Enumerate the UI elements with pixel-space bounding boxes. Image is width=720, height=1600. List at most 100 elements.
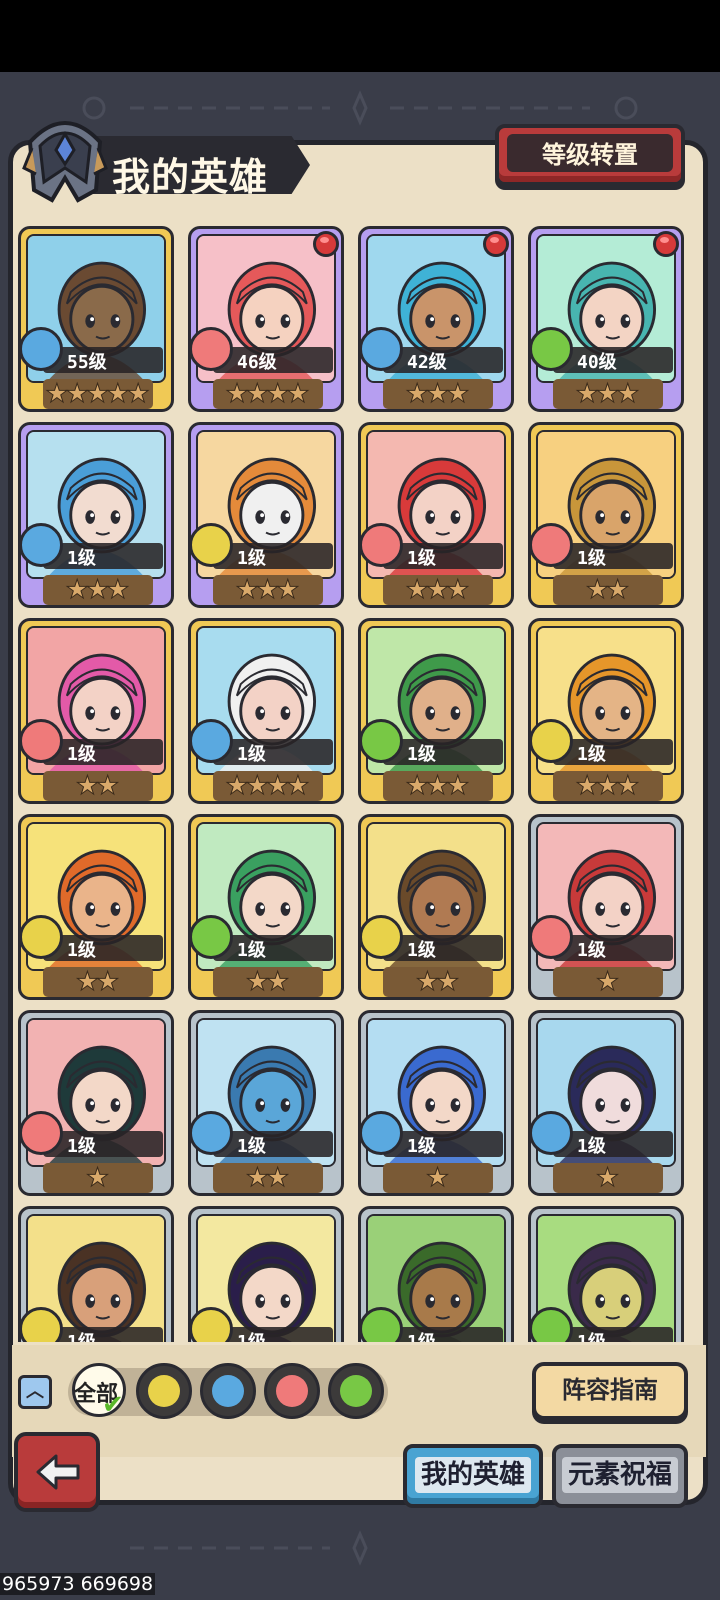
hero-grid: 55级 ★★★★★ 46级 ★★★★ 42级 ★★★ 40级 ★★★ 1级 ★★★ 1级 ★★★ 1级 ★… <box>18 226 694 1342</box>
hero-level: 46级 <box>237 352 277 373</box>
tab-element-blessing[interactable]: 元素祝福 <box>552 1444 688 1508</box>
star-rating: ★★★ <box>405 771 470 802</box>
fire-element-icon <box>191 327 233 371</box>
water-element-icon <box>361 1111 403 1155</box>
star-rating: ★★★ <box>575 379 640 410</box>
earth-element-icon <box>21 915 63 959</box>
hero-card[interactable]: 1级 ★★ <box>188 814 344 1000</box>
star-rating: ★ <box>595 1163 619 1194</box>
hero-card[interactable]: 1级 ★★ <box>18 814 174 1000</box>
wind-element-icon <box>340 1375 372 1407</box>
check-icon: ✔ <box>102 1390 124 1420</box>
star-rating: ★★ <box>75 967 120 998</box>
hero-level: 1级 <box>67 744 96 765</box>
fire-element-icon <box>276 1375 308 1407</box>
hero-level: 1级 <box>407 940 436 961</box>
wind-element-icon <box>361 719 403 763</box>
filter-earth-button[interactable] <box>136 1363 192 1419</box>
hero-level: 1级 <box>577 1328 606 1342</box>
level-transfer-button[interactable]: 等级转置 <box>495 124 685 186</box>
hero-level: 1级 <box>67 1136 96 1157</box>
hero-level: 40级 <box>577 352 617 373</box>
hero-card[interactable]: 55级 ★★★★★ <box>18 226 174 412</box>
fire-element-icon <box>531 915 573 959</box>
hero-level: 1级 <box>67 548 96 569</box>
hero-card[interactable]: 46级 ★★★★ <box>188 226 344 412</box>
hero-card[interactable]: 1级★ <box>18 1206 174 1342</box>
earth-element-icon <box>191 523 233 567</box>
hero-level: 42级 <box>407 352 447 373</box>
tab-my-heroes[interactable]: 我的英雄 <box>403 1444 543 1508</box>
hero-level: 1级 <box>577 744 606 765</box>
hero-card[interactable]: 1级 ★★ <box>358 814 514 1000</box>
star-rating: ★★★ <box>575 771 640 802</box>
earth-element-icon <box>361 915 403 959</box>
water-element-icon <box>212 1375 244 1407</box>
hero-card[interactable]: 1级 ★★ <box>18 618 174 804</box>
hero-card[interactable]: 1级 ★★★ <box>358 618 514 804</box>
title-banner: 我的英雄 <box>20 108 310 204</box>
helmet-icon <box>22 121 108 203</box>
star-rating: ★★★★★ <box>45 379 151 410</box>
star-rating: ★★★★ <box>225 771 310 802</box>
hero-card[interactable]: 1级 ★ <box>528 814 684 1000</box>
hero-level: 1级 <box>237 548 266 569</box>
hero-level: 1级 <box>67 1328 96 1342</box>
hero-card[interactable]: 1级 ★★★ <box>358 422 514 608</box>
hero-level: 1级 <box>237 744 266 765</box>
hero-level: 1级 <box>407 744 436 765</box>
star-rating: ★★★★ <box>225 379 310 410</box>
back-arrow-icon <box>36 1454 80 1490</box>
collapse-filter-button[interactable]: ︿ <box>18 1375 52 1409</box>
hero-level: 1级 <box>237 1328 266 1342</box>
star-rating: ★ <box>85 1163 109 1194</box>
tab-element-blessing-label: 元素祝福 <box>561 1457 678 1493</box>
notification-dot <box>313 231 339 257</box>
hero-card[interactable]: 1级★ <box>528 1206 684 1342</box>
hero-card[interactable]: 1级★ <box>358 1206 514 1342</box>
lineup-guide-button[interactable]: 阵容指南 <box>532 1362 688 1420</box>
star-rating: ★ <box>595 967 619 998</box>
hero-level: 1级 <box>237 1136 266 1157</box>
fire-element-icon <box>361 523 403 567</box>
star-rating: ★★★ <box>405 379 470 410</box>
hero-card[interactable]: 1级 ★★★ <box>18 422 174 608</box>
notification-dot <box>483 231 509 257</box>
hero-card[interactable]: 40级 ★★★ <box>528 226 684 412</box>
star-rating: ★★ <box>75 771 120 802</box>
star-rating: ★ <box>425 1163 449 1194</box>
star-rating: ★★ <box>245 1163 290 1194</box>
water-element-icon <box>191 719 233 763</box>
filter-fire-button[interactable] <box>264 1363 320 1419</box>
wind-element-icon <box>531 327 573 371</box>
level-transfer-label: 等级转置 <box>542 141 638 169</box>
hero-card[interactable]: 1级 ★★★★ <box>188 618 344 804</box>
hero-card[interactable]: 1级★ <box>188 1206 344 1342</box>
hero-card[interactable]: 1级 ★ <box>18 1010 174 1196</box>
hero-card[interactable]: 42级 ★★★ <box>358 226 514 412</box>
hero-card[interactable]: 1级★ <box>528 1010 684 1196</box>
water-element-icon <box>531 1111 573 1155</box>
hero-card[interactable]: 1级 ★★★ <box>188 422 344 608</box>
hero-card[interactable]: 1级 ★★★ <box>528 618 684 804</box>
chevron-up-icon: ︿ <box>26 1381 44 1402</box>
hero-level: 1级 <box>407 1328 436 1342</box>
hero-card[interactable]: 1级 ★★ <box>188 1010 344 1196</box>
back-button[interactable] <box>14 1432 100 1512</box>
hero-card[interactable]: 1级★ <box>358 1010 514 1196</box>
star-rating: ★★ <box>245 967 290 998</box>
hero-level: 1级 <box>237 940 266 961</box>
fire-element-icon <box>531 523 573 567</box>
earth-element-icon <box>148 1375 180 1407</box>
game-screen: 我的英雄 等级转置 55级 ★★★★★ 46级 ★★★★ 42级 ★★★ 40级 ★★★ 1级 ★… <box>0 0 720 1600</box>
fire-element-icon <box>21 719 63 763</box>
star-rating: ★★★ <box>235 575 300 606</box>
filter-water-button[interactable] <box>200 1363 256 1419</box>
star-rating: ★★★ <box>65 575 130 606</box>
filter-wind-button[interactable] <box>328 1363 384 1419</box>
tab-my-heroes-label: 我的英雄 <box>414 1457 531 1493</box>
hero-level: 1级 <box>577 940 606 961</box>
water-element-icon <box>21 523 63 567</box>
star-rating: ★★★ <box>405 575 470 606</box>
hero-card[interactable]: 1级 ★★ <box>528 422 684 608</box>
